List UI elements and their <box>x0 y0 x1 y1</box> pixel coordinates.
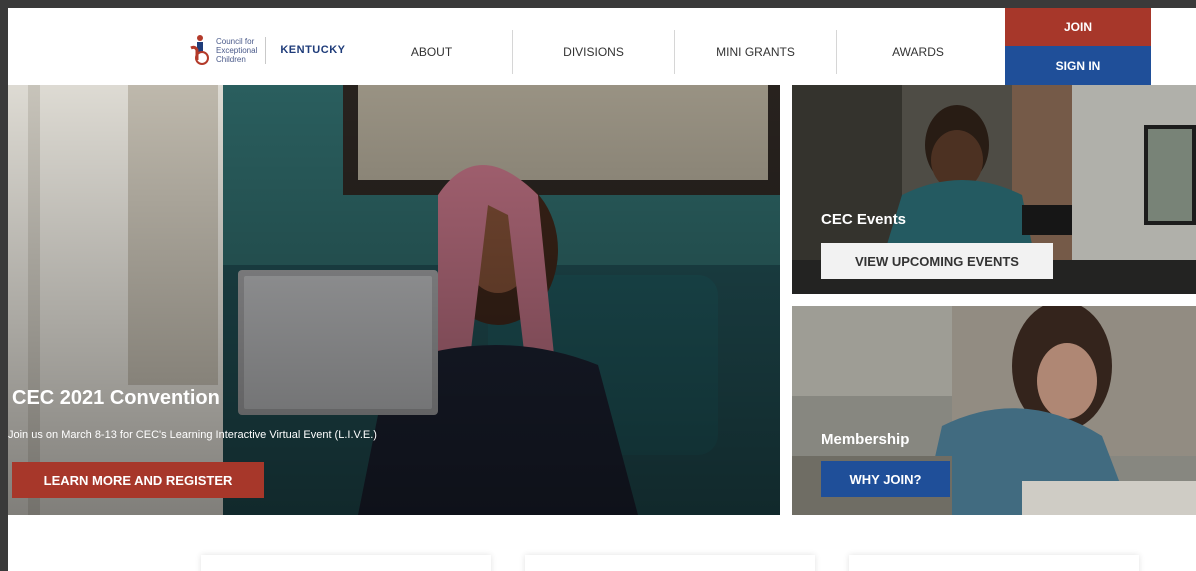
feature-box-3 <box>849 555 1139 571</box>
join-button[interactable]: JOIN <box>1005 8 1151 46</box>
site-header: Council for Exceptional Children KENTUCK… <box>8 8 1196 85</box>
logo-line-3: Children <box>216 54 246 64</box>
feature-box-2 <box>525 555 815 571</box>
logo-line-1: Council for <box>216 36 255 46</box>
membership-card: Membership WHY JOIN? <box>792 306 1196 515</box>
nav-item-about[interactable]: ABOUT <box>351 30 513 74</box>
auth-buttons: JOIN SIGN IN <box>1005 8 1151 85</box>
why-join-button[interactable]: WHY JOIN? <box>821 461 950 497</box>
hero-title: CEC 2021 Convention <box>12 387 220 409</box>
membership-card-title: Membership <box>821 431 910 448</box>
hero-banner: CEC 2021 Convention Join us on March 8-1… <box>8 85 780 515</box>
nav-item-mini-grants[interactable]: MINI GRANTS <box>675 30 837 74</box>
events-card-title: CEC Events <box>821 211 907 228</box>
cec-logo-icon <box>190 35 209 65</box>
feature-box-1 <box>201 555 491 571</box>
main-nav: ABOUT DIVISIONS MINI GRANTS AWARDS <box>351 30 999 74</box>
site-logo[interactable]: Council for Exceptional Children KENTUCK… <box>188 30 345 70</box>
nav-item-divisions[interactable]: DIVISIONS <box>513 30 675 74</box>
logo-state-name: KENTUCKY <box>280 44 346 56</box>
events-card: CEC Events VIEW UPCOMING EVENTS <box>792 85 1196 294</box>
learn-more-register-button[interactable]: LEARN MORE AND REGISTER <box>12 462 264 498</box>
logo-org-name: Council for Exceptional Children <box>216 36 267 64</box>
hero-subtitle: Join us on March 8-13 for CEC's Learning… <box>8 429 377 441</box>
logo-line-2: Exceptional <box>216 45 258 55</box>
browser-viewport: Council for Exceptional Children KENTUCK… <box>8 8 1196 571</box>
view-upcoming-events-button[interactable]: VIEW UPCOMING EVENTS <box>821 243 1053 279</box>
sign-in-button[interactable]: SIGN IN <box>1005 46 1151 85</box>
hero-photo <box>8 85 780 515</box>
nav-item-awards[interactable]: AWARDS <box>837 30 999 74</box>
